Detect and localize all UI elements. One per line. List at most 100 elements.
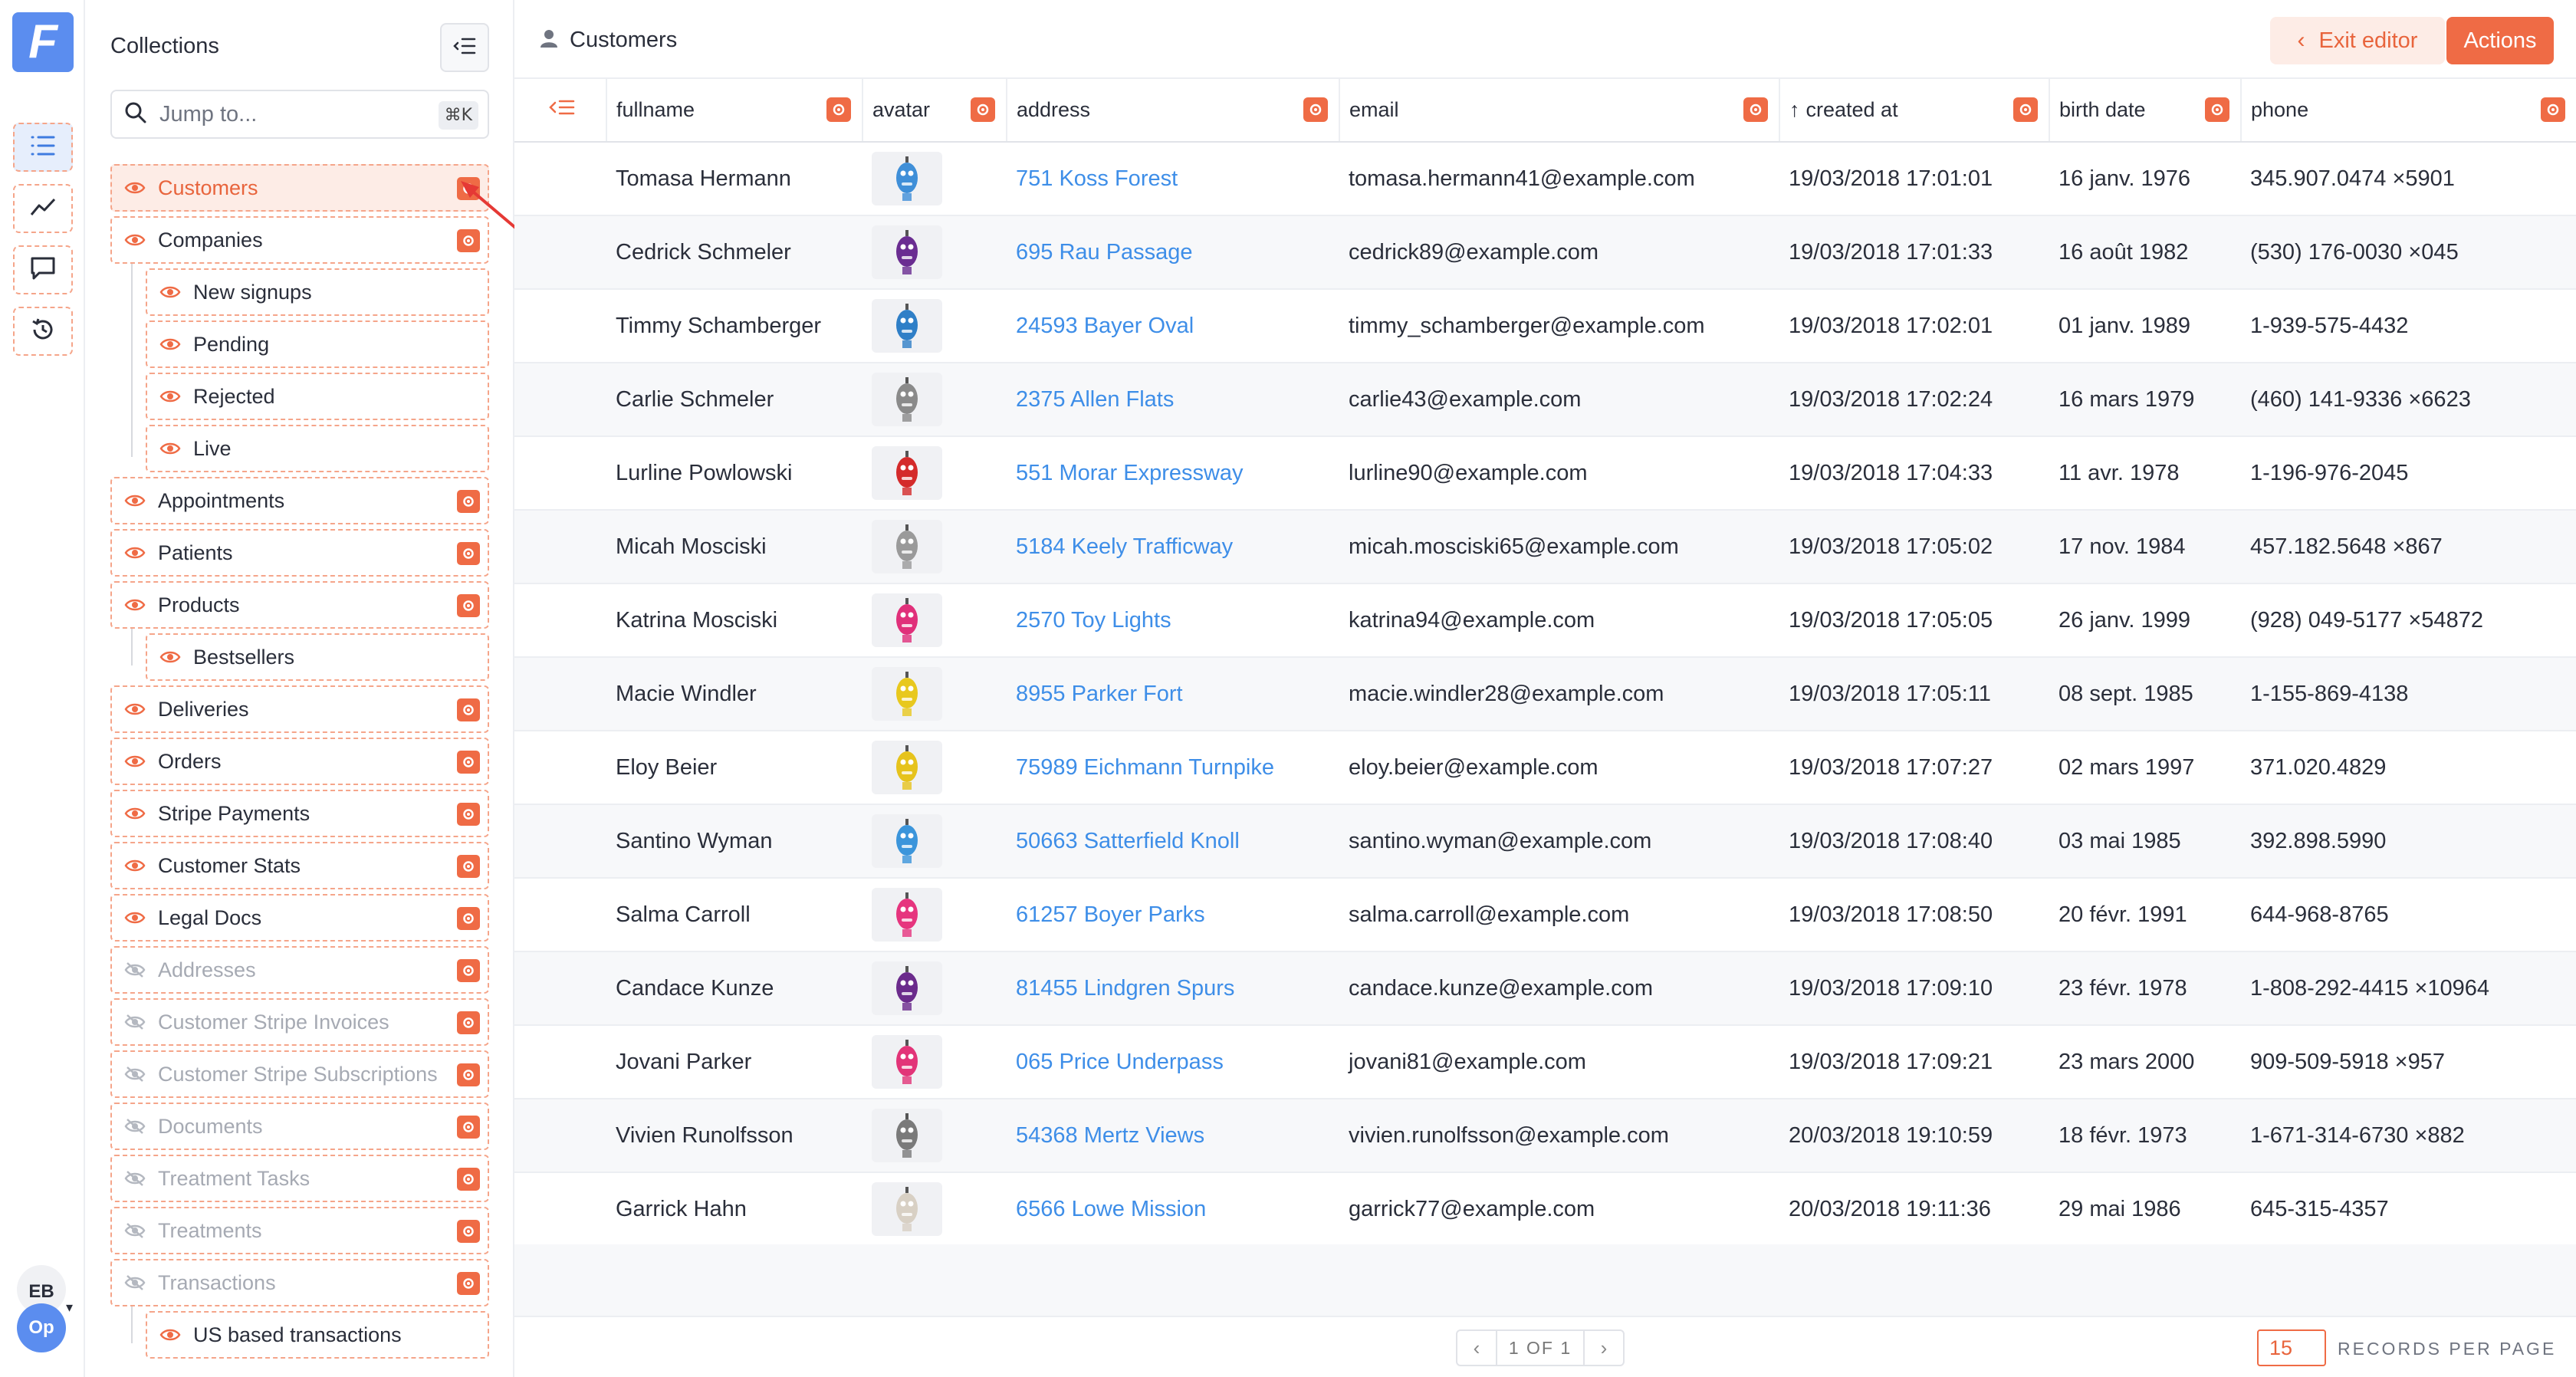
column-header-phone[interactable]: phone <box>2241 79 2576 143</box>
sidebar-item[interactable]: Pending <box>146 320 489 368</box>
table-row[interactable]: Jovani Parker 065 Price Underpass jovani81… <box>514 1025 2576 1099</box>
eye-off-icon[interactable] <box>124 1219 147 1242</box>
column-header-email[interactable]: email <box>1339 79 1780 143</box>
sidebar-item[interactable]: Treatments <box>110 1207 489 1254</box>
eye-off-icon[interactable] <box>124 1115 147 1138</box>
collapse-sidebar-button[interactable] <box>440 23 489 72</box>
eye-icon[interactable] <box>159 646 182 669</box>
cell-address[interactable]: 5184 Keely Trafficway <box>1007 510 1339 584</box>
eye-icon[interactable] <box>124 541 147 564</box>
eye-off-icon[interactable] <box>124 1011 147 1034</box>
messages-nav-button[interactable] <box>13 245 73 294</box>
column-settings-header[interactable] <box>514 79 607 143</box>
gear-icon[interactable] <box>971 97 995 122</box>
eye-icon[interactable] <box>159 385 182 408</box>
sidebar-item[interactable]: Orders <box>110 738 489 785</box>
gear-icon[interactable] <box>457 1063 480 1086</box>
cell-address[interactable]: 24593 Bayer Oval <box>1007 289 1339 363</box>
table-row[interactable]: Timmy Schamberger 24593 Bayer Oval timmy_s… <box>514 289 2576 363</box>
eye-off-icon[interactable] <box>124 1167 147 1190</box>
gear-icon[interactable] <box>826 97 851 122</box>
column-header-address[interactable]: address <box>1007 79 1340 143</box>
gear-icon[interactable] <box>457 959 480 982</box>
table-row[interactable]: Micah Mosciski 5184 Keely Trafficway micah… <box>514 510 2576 584</box>
gear-icon[interactable] <box>1303 97 1328 122</box>
sidebar-item[interactable]: Customer Stripe Subscriptions <box>110 1050 489 1098</box>
sidebar-item[interactable]: Transactions <box>110 1259 489 1306</box>
cell-address[interactable]: 8955 Parker Fort <box>1007 657 1339 731</box>
gear-icon[interactable] <box>457 751 480 774</box>
eye-icon[interactable] <box>124 228 147 251</box>
eye-icon[interactable] <box>124 593 147 616</box>
sidebar-item[interactable]: Customers <box>110 164 489 212</box>
table-row[interactable]: Vivien Runolfsson 54368 Mertz Views vivien… <box>514 1099 2576 1173</box>
sidebar-item[interactable]: Live <box>146 425 489 472</box>
gear-icon[interactable] <box>2541 97 2565 122</box>
exit-editor-button[interactable]: ‹ Exit editor <box>2270 17 2445 64</box>
gear-icon[interactable] <box>457 594 480 617</box>
next-page-button[interactable]: › <box>1585 1331 1623 1365</box>
eye-icon[interactable] <box>124 906 147 929</box>
jump-to-search[interactable]: Jump to... ⌘K <box>110 90 489 139</box>
table-row[interactable]: Katrina Mosciski 2570 Toy Lights katrina94… <box>514 583 2576 658</box>
eye-icon[interactable] <box>124 176 147 199</box>
table-row[interactable]: Santino Wyman 50663 Satterfield Knoll sant… <box>514 804 2576 879</box>
cell-address[interactable]: 551 Morar Expressway <box>1007 436 1339 511</box>
cell-address[interactable]: 61257 Boyer Parks <box>1007 878 1339 952</box>
table-row[interactable]: Cedrick Schmeler 695 Rau Passage cedrick89… <box>514 215 2576 290</box>
gear-icon[interactable] <box>1743 97 1768 122</box>
records-per-page-input[interactable]: 15 <box>2257 1329 2326 1366</box>
eye-icon[interactable] <box>124 489 147 512</box>
gear-icon[interactable] <box>457 1272 480 1295</box>
cell-address[interactable]: 695 Rau Passage <box>1007 215 1339 290</box>
cell-address[interactable]: 50663 Satterfield Knoll <box>1007 804 1339 879</box>
column-header-created-at[interactable]: ↑ created at <box>1779 79 2050 143</box>
gear-icon[interactable] <box>457 907 480 930</box>
sidebar-item[interactable]: Customer Stats <box>110 842 489 889</box>
sidebar-item[interactable]: Products <box>110 581 489 629</box>
sidebar-item[interactable]: New signups <box>146 268 489 316</box>
sidebar-item[interactable]: Patients <box>110 529 489 577</box>
eye-icon[interactable] <box>159 1323 182 1346</box>
gear-icon[interactable] <box>457 1011 480 1034</box>
eye-icon[interactable] <box>159 437 182 460</box>
eye-off-icon[interactable] <box>124 1063 147 1086</box>
eye-icon[interactable] <box>159 281 182 304</box>
workspace-avatar[interactable]: Op <box>17 1303 66 1352</box>
sidebar-item[interactable]: Appointments <box>110 477 489 524</box>
cell-address[interactable]: 2570 Toy Lights <box>1007 583 1339 658</box>
sidebar-item[interactable]: US based transactions <box>146 1311 489 1359</box>
cell-address[interactable]: 75989 Eichmann Turnpike <box>1007 731 1339 805</box>
eye-icon[interactable] <box>124 698 147 721</box>
gear-icon[interactable] <box>457 490 480 513</box>
eye-off-icon[interactable] <box>124 958 147 981</box>
caret-down-icon[interactable]: ▾ <box>66 1300 73 1316</box>
actions-button[interactable]: Actions <box>2446 17 2554 64</box>
eye-icon[interactable] <box>159 333 182 356</box>
sidebar-item[interactable]: Treatment Tasks <box>110 1155 489 1202</box>
eye-icon[interactable] <box>124 854 147 877</box>
table-row[interactable]: Carlie Schmeler 2375 Allen Flats carlie43@… <box>514 363 2576 437</box>
app-logo[interactable]: F <box>12 12 74 72</box>
gear-icon[interactable] <box>457 855 480 878</box>
table-row[interactable]: Salma Carroll 61257 Boyer Parks salma.carr… <box>514 878 2576 952</box>
collections-nav-button[interactable] <box>13 123 73 172</box>
table-row[interactable]: Candace Kunze 81455 Lindgren Spurs candace… <box>514 951 2576 1026</box>
cell-address[interactable]: 81455 Lindgren Spurs <box>1007 951 1339 1026</box>
cell-address[interactable]: 751 Koss Forest <box>1007 142 1339 216</box>
sidebar-item[interactable]: Legal Docs <box>110 894 489 942</box>
sidebar-item[interactable]: Stripe Payments <box>110 790 489 837</box>
sidebar-item[interactable]: Rejected <box>146 373 489 420</box>
eye-icon[interactable] <box>124 750 147 773</box>
gear-icon[interactable] <box>2013 97 2038 122</box>
column-header-fullname[interactable]: fullname <box>606 79 863 143</box>
prev-page-button[interactable]: ‹ <box>1457 1331 1496 1365</box>
gear-icon[interactable] <box>457 1116 480 1139</box>
gear-icon[interactable] <box>2205 97 2229 122</box>
cell-address[interactable]: 6566 Lowe Mission <box>1007 1172 1339 1247</box>
gear-icon[interactable] <box>457 803 480 826</box>
cell-address[interactable]: 2375 Allen Flats <box>1007 363 1339 437</box>
cell-address[interactable]: 54368 Mertz Views <box>1007 1099 1339 1173</box>
sidebar-item[interactable]: Addresses <box>110 946 489 994</box>
sidebar-item[interactable]: Documents <box>110 1103 489 1150</box>
